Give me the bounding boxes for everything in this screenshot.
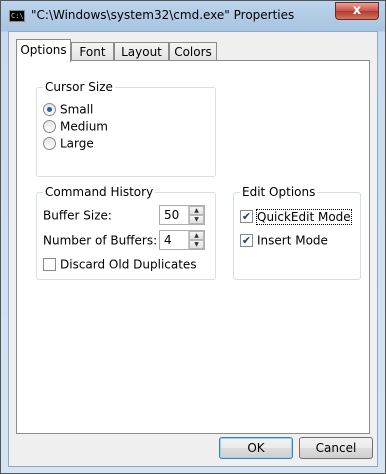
cursor-medium-label: Medium	[60, 119, 108, 134]
quickedit-checkbox[interactable]: ✔	[240, 210, 253, 223]
title-bar[interactable]: C:\ "C:\Windows\system32\cmd.exe" Proper…	[1, 1, 385, 31]
insert-mode-option[interactable]: ✔ Insert Mode	[240, 233, 328, 249]
buffer-size-down-icon[interactable]: ▼	[189, 215, 204, 224]
cursor-size-group: Cursor Size Small Medium Large	[36, 80, 216, 177]
options-tab-panel: Cursor Size Small Medium Large Command H…	[16, 60, 370, 434]
num-buffers-spinner[interactable]: 4 ▲ ▼	[159, 230, 205, 250]
window-title: "C:\Windows\system32\cmd.exe" Properties	[31, 8, 295, 22]
quickedit-option[interactable]: ✔ QuickEdit Mode	[240, 208, 352, 225]
cursor-large-radio[interactable]	[43, 137, 56, 150]
edit-options-legend: Edit Options	[240, 185, 318, 199]
buffer-size-label: Buffer Size:	[43, 208, 112, 223]
cmd-app-icon[interactable]: C:\	[9, 10, 25, 22]
command-history-legend: Command History	[43, 185, 156, 199]
num-buffers-value[interactable]: 4	[164, 233, 172, 247]
cursor-large-option[interactable]: Large	[43, 136, 94, 152]
buffer-size-arrows: ▲ ▼	[188, 206, 204, 224]
num-buffers-row: Number of Buffers:	[43, 233, 157, 249]
cursor-small-radio[interactable]	[43, 103, 56, 116]
edit-options-group: Edit Options ✔ QuickEdit Mode ✔ Insert Mod…	[233, 185, 361, 280]
cursor-small-label: Small	[60, 102, 94, 117]
num-buffers-up-icon[interactable]: ▲	[189, 231, 204, 240]
cursor-medium-option[interactable]: Medium	[43, 119, 108, 135]
tab-layout[interactable]: Layout	[114, 42, 169, 61]
tab-colors[interactable]: Colors	[169, 42, 217, 61]
buffer-size-spinner[interactable]: 50 ▲ ▼	[159, 205, 205, 225]
properties-window: C:\ "C:\Windows\system32\cmd.exe" Proper…	[0, 0, 386, 474]
close-button[interactable]: x	[335, 2, 379, 20]
discard-duplicates-checkbox[interactable]	[43, 258, 56, 271]
quickedit-label: QuickEdit Mode	[256, 208, 352, 225]
ok-button[interactable]: OK	[219, 437, 293, 459]
insert-mode-checkbox[interactable]: ✔	[240, 234, 253, 247]
cancel-button[interactable]: Cancel	[299, 437, 373, 459]
buffer-size-value[interactable]: 50	[164, 208, 179, 222]
insert-mode-label: Insert Mode	[257, 233, 328, 248]
buffer-size-up-icon[interactable]: ▲	[189, 206, 204, 215]
tab-font[interactable]: Font	[71, 42, 114, 61]
dialog-client-area: Options Font Layout Colors Cursor Size S…	[8, 31, 378, 467]
command-history-group: Command History Buffer Size: 50 ▲ ▼ Numb…	[36, 185, 216, 280]
buffer-size-row: Buffer Size:	[43, 208, 112, 224]
cursor-medium-radio[interactable]	[43, 120, 56, 133]
tab-options[interactable]: Options	[16, 39, 71, 62]
num-buffers-down-icon[interactable]: ▼	[189, 240, 204, 249]
discard-duplicates-label: Discard Old Duplicates	[60, 257, 197, 272]
num-buffers-label: Number of Buffers:	[43, 233, 158, 248]
cursor-size-legend: Cursor Size	[43, 80, 115, 94]
num-buffers-arrows: ▲ ▼	[188, 231, 204, 249]
cursor-small-option[interactable]: Small	[43, 102, 93, 118]
close-icon: x	[352, 3, 362, 18]
cursor-large-label: Large	[60, 136, 94, 151]
discard-duplicates-option[interactable]: Discard Old Duplicates	[43, 257, 197, 273]
